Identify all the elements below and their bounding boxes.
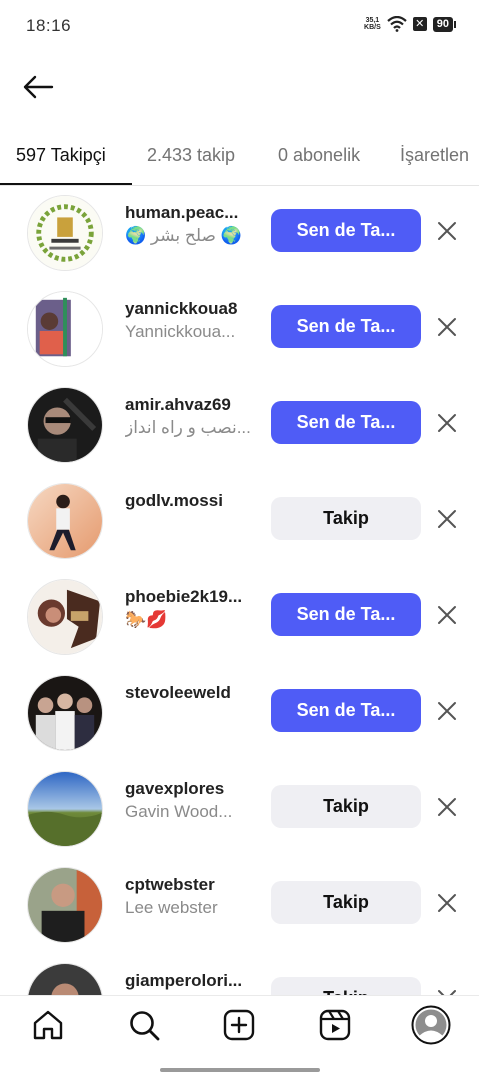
home-indicator[interactable] — [160, 1068, 320, 1072]
create-icon[interactable] — [222, 1008, 256, 1042]
network-speed: 35,1 KB/S — [364, 17, 381, 31]
close-icon[interactable] — [435, 891, 459, 915]
list-item[interactable]: cptwebster Lee webster Takip — [0, 859, 479, 955]
full-name: Lee webster — [125, 898, 218, 917]
username[interactable]: cptwebster — [125, 874, 255, 896]
follower-names: yannickkoua8 Yannickkoua... — [125, 298, 255, 344]
avatar[interactable] — [27, 291, 103, 367]
battery-indicator: 90 — [432, 16, 457, 32]
avatar[interactable] — [27, 867, 103, 943]
follow-back-button[interactable]: Sen de Ta... — [271, 401, 421, 444]
follower-names: cptwebster Lee webster — [125, 874, 255, 920]
search-icon[interactable] — [127, 1008, 161, 1042]
follow-button[interactable]: Takip — [271, 497, 421, 540]
wifi-icon — [387, 16, 407, 32]
follow-back-button[interactable]: Sen de Ta... — [271, 209, 421, 252]
close-icon[interactable] — [435, 987, 459, 995]
followers-list: human.peac... 🌍 صلح بشر 🌍 Sen de Ta... y… — [0, 187, 479, 995]
username[interactable]: phoebie2k19... — [125, 586, 255, 608]
follow-tabs: 597 Takipçi 2.433 takip 0 abonelik İşare… — [0, 130, 479, 186]
home-icon[interactable] — [31, 1008, 65, 1042]
full-name: Gavin Wood... — [125, 802, 233, 821]
back-button[interactable] — [18, 70, 58, 104]
no-sim-icon: ✕ — [412, 17, 427, 31]
full-name: 🌍 صلح بشر 🌍 — [125, 226, 242, 245]
avatar[interactable] — [27, 387, 103, 463]
network-speed-unit: KB/S — [364, 24, 381, 31]
status-time: 18:16 — [26, 16, 72, 35]
avatar[interactable] — [27, 675, 103, 751]
follower-names: giamperolori... — [125, 970, 255, 992]
avatar[interactable] — [27, 771, 103, 847]
follower-names: gavexplores Gavin Wood... — [125, 778, 255, 824]
close-icon[interactable] — [435, 795, 459, 819]
full-name: Yannickkoua... — [125, 322, 236, 341]
avatar[interactable] — [27, 579, 103, 655]
follower-names: godlv.mossi — [125, 490, 255, 512]
list-item[interactable]: phoebie2k19... 🐎💋 Sen de Ta... — [0, 571, 479, 667]
follow-button[interactable]: Takip — [271, 977, 421, 995]
username[interactable]: gavexplores — [125, 778, 255, 800]
close-icon[interactable] — [435, 699, 459, 723]
list-item[interactable]: godlv.mossi Takip — [0, 475, 479, 571]
close-icon[interactable] — [435, 507, 459, 531]
close-icon[interactable] — [435, 411, 459, 435]
full-name: 🐎💋 — [125, 610, 168, 629]
follower-names: amir.ahvaz69 نصب و راه انداز... — [125, 394, 255, 440]
close-icon[interactable] — [435, 603, 459, 627]
list-item[interactable]: stevoleeweld Sen de Ta... — [0, 667, 479, 763]
avatar[interactable] — [27, 963, 103, 995]
follow-button[interactable]: Takip — [271, 881, 421, 924]
tab-subscriptions[interactable]: 0 abonelik — [278, 130, 360, 185]
follower-names: human.peac... 🌍 صلح بشر 🌍 — [125, 202, 255, 248]
follow-back-button[interactable]: Sen de Ta... — [271, 689, 421, 732]
bottom-navigation — [0, 995, 479, 1080]
username[interactable]: stevoleeweld — [125, 682, 255, 704]
list-item[interactable]: gavexplores Gavin Wood... Takip — [0, 763, 479, 859]
list-item[interactable]: human.peac... 🌍 صلح بشر 🌍 Sen de Ta... — [0, 187, 479, 283]
follower-names: stevoleeweld — [125, 682, 255, 704]
profile-icon[interactable] — [411, 1005, 451, 1045]
username[interactable]: giamperolori... — [125, 970, 255, 992]
follower-names: phoebie2k19... 🐎💋 — [125, 586, 255, 632]
tab-followers[interactable]: 597 Takipçi — [16, 130, 106, 185]
username[interactable]: human.peac... — [125, 202, 255, 224]
avatar[interactable] — [27, 195, 103, 271]
list-item[interactable]: giamperolori... Takip — [0, 955, 479, 995]
avatar[interactable] — [27, 483, 103, 559]
status-bar: 18:16 35,1 KB/S ✕ 90 — [0, 0, 479, 52]
follow-button[interactable]: Takip — [271, 785, 421, 828]
close-icon[interactable] — [435, 315, 459, 339]
tab-following[interactable]: 2.433 takip — [147, 130, 235, 185]
list-item[interactable]: amir.ahvaz69 نصب و راه انداز... Sen de T… — [0, 379, 479, 475]
follow-back-button[interactable]: Sen de Ta... — [271, 593, 421, 636]
username[interactable]: godlv.mossi — [125, 490, 255, 512]
close-icon[interactable] — [435, 219, 459, 243]
username[interactable]: amir.ahvaz69 — [125, 394, 255, 416]
tab-tagged[interactable]: İşaretlen — [400, 130, 469, 185]
active-tab-indicator — [0, 183, 132, 185]
status-icons: 35,1 KB/S ✕ 90 — [364, 16, 457, 32]
reels-icon[interactable] — [318, 1008, 352, 1042]
full-name: نصب و راه انداز... — [125, 418, 251, 437]
username[interactable]: yannickkoua8 — [125, 298, 255, 320]
arrow-left-icon — [23, 75, 54, 99]
network-speed-value: 35,1 — [365, 17, 380, 24]
list-item[interactable]: yannickkoua8 Yannickkoua... Sen de Ta... — [0, 283, 479, 379]
follow-back-button[interactable]: Sen de Ta... — [271, 305, 421, 348]
